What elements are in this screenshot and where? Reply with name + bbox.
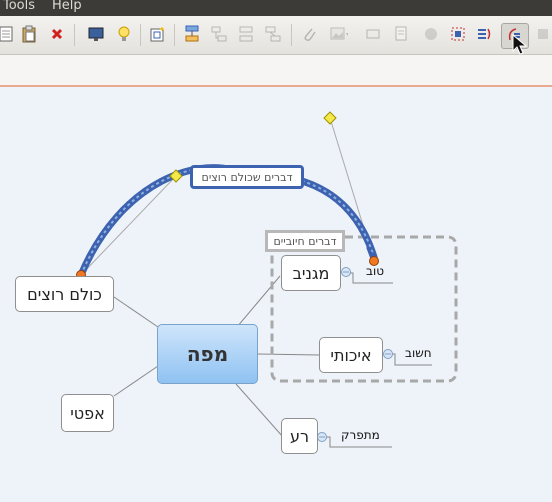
menu-help[interactable]: Help (52, 0, 82, 14)
subtopic-icon[interactable] (210, 25, 228, 43)
summary-icon[interactable] (475, 25, 493, 43)
subtopic-important[interactable]: חשוב (405, 346, 432, 360)
detached-topic-icon[interactable] (237, 25, 255, 43)
marker-icon[interactable] (422, 25, 440, 43)
toolbar (0, 16, 552, 55)
topic-bad[interactable]: רע (281, 418, 318, 454)
central-topic[interactable]: מפה (157, 324, 258, 384)
page-icon[interactable] (0, 25, 15, 43)
label-icon[interactable] (364, 25, 382, 43)
lightbulb-icon[interactable] (115, 25, 133, 43)
paste-icon[interactable] (20, 25, 38, 43)
monitor-icon[interactable] (87, 25, 105, 43)
menu-bar: Tools Help (0, 0, 552, 16)
image-add-icon[interactable] (149, 25, 167, 43)
attachment-icon[interactable] (300, 25, 318, 43)
subtopic-exciting[interactable]: מתפרק (341, 428, 380, 442)
boundary-label[interactable]: דברים חיוביים (265, 230, 345, 252)
control-point-handle[interactable] (323, 111, 337, 125)
menu-tools[interactable]: Tools (3, 0, 35, 14)
stop-icon[interactable] (534, 25, 552, 43)
subtopic-good[interactable]: טוב (366, 264, 384, 278)
topic-apathy[interactable]: אפטי (61, 394, 114, 432)
mind-map-canvas[interactable]: דברים חיוביים דברים שכולם רוצים מפה כולם… (0, 87, 552, 502)
image-icon[interactable] (330, 25, 348, 43)
relationship-label[interactable]: דברים שכולם רוצים (190, 165, 304, 189)
boundary-icon[interactable] (449, 25, 467, 43)
topic-cool[interactable]: מגניב (281, 255, 341, 291)
topic-quality[interactable]: איכותי (319, 337, 383, 373)
delete-icon[interactable] (48, 25, 66, 43)
panel-strip (0, 55, 552, 87)
mouse-cursor-icon (512, 34, 528, 55)
topic-icon[interactable] (183, 25, 201, 43)
note-icon[interactable] (392, 25, 410, 43)
floating-topic-icon[interactable] (264, 25, 282, 43)
topic-everyone-wants[interactable]: כולם רוצים (15, 276, 114, 312)
